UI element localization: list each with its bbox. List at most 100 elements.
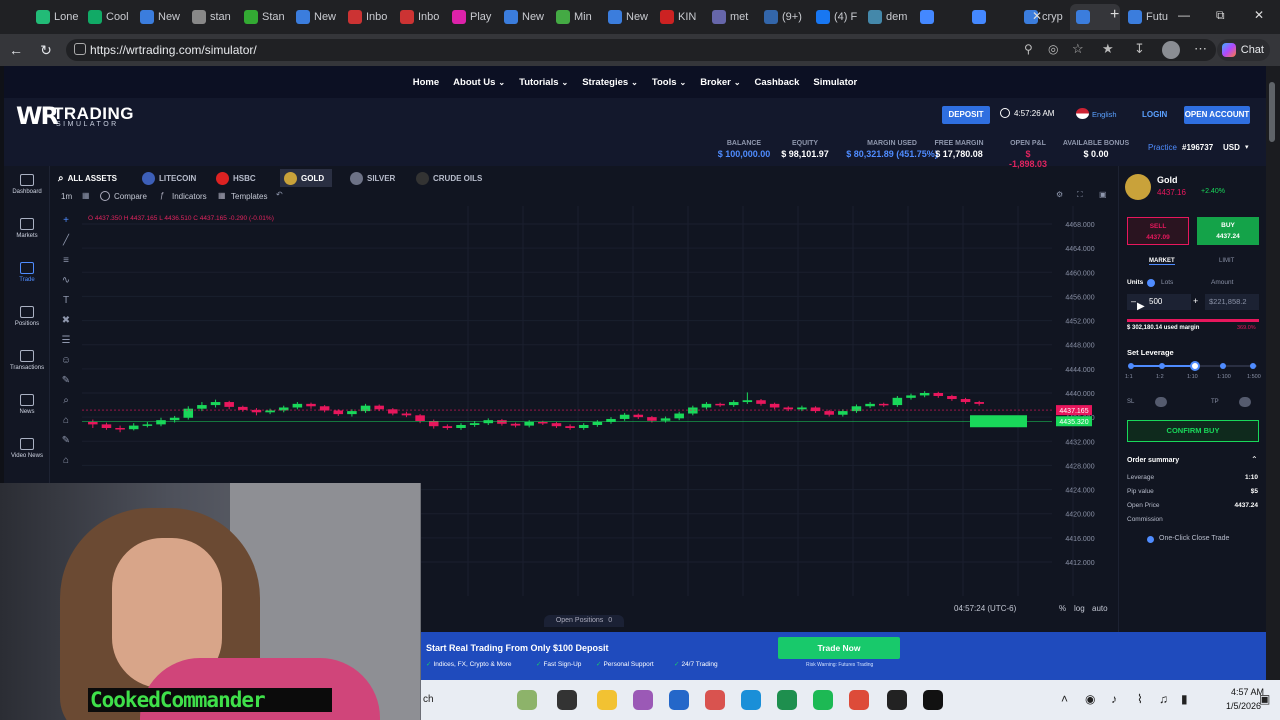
read-aloud-icon[interactable]: ◎ [1048,42,1058,56]
spotify-icon[interactable] [813,690,833,710]
leverage-stop[interactable] [1220,363,1226,369]
chevron-up-icon[interactable]: ˄ [1061,692,1068,706]
percent-toggle[interactable]: % [1059,604,1066,613]
microphone-icon[interactable]: ♪ [1111,692,1117,706]
asset-tab-litecoin[interactable]: LITECOIN [142,170,196,186]
zoom-icon[interactable]: ⚲ [1024,42,1033,56]
browser-tab[interactable]: (4) F [810,4,860,30]
edge-icon[interactable] [741,690,761,710]
chrome-icon[interactable] [849,690,869,710]
text-icon[interactable]: T [60,296,72,306]
auto-toggle[interactable]: auto [1092,604,1108,613]
browser-tab[interactable]: Inbo [394,4,444,30]
brush-icon[interactable]: ∿ [60,276,72,286]
asset-tab-silver[interactable]: SILVER [350,170,395,186]
asset-tab-hsbc[interactable]: HSBC [216,170,256,186]
units-lots-toggle[interactable] [1147,279,1155,287]
close-tab-icon[interactable]: ✕ [1032,9,1042,23]
xbox-icon[interactable] [777,690,797,710]
browser-tab[interactable]: stan [186,4,236,30]
promo-banner[interactable]: Start Real Trading From Only $100 Deposi… [421,632,1266,680]
asset-tab-all-assets[interactable]: ⌕ ALL ASSETS [58,170,117,186]
minimize-icon[interactable]: — [1178,8,1190,22]
sidebar-item-trade[interactable]: Trade [4,262,50,283]
one-click-label[interactable]: One-Click Close Trade [1159,535,1229,542]
nav-item[interactable]: Tutorials ⌄ [519,77,568,88]
account-type[interactable]: Practice [1148,143,1177,152]
login-link[interactable]: LOGIN [1142,110,1167,119]
taskbar-search-stub[interactable]: ch [423,694,434,705]
nav-item[interactable]: About Us ⌄ [453,77,505,88]
nav-item[interactable]: Simulator [813,77,857,88]
obs-icon[interactable] [887,690,907,710]
deposit-button[interactable]: DEPOSIT [942,106,990,124]
scrollbar-thumb[interactable] [1269,82,1275,142]
leverage-stop[interactable] [1250,363,1256,369]
site-info-icon[interactable] [74,43,86,55]
tp-toggle[interactable] [1239,397,1251,407]
paint-icon[interactable] [633,690,653,710]
tab-market[interactable]: MARKET [1149,258,1175,265]
leverage-option[interactable]: 1:10 [1187,374,1198,380]
browser-tab[interactable]: met [706,4,756,30]
page-scrollbar[interactable] [1266,66,1280,680]
log-toggle[interactable]: log [1074,604,1085,613]
leverage-stop[interactable] [1159,363,1165,369]
undo-icon[interactable]: ↶ [276,190,283,199]
amount-input[interactable]: $221,858.2 [1209,297,1247,306]
chevron-up-icon[interactable]: ⌃ [1251,455,1258,464]
sidebar-item-video-news[interactable]: Video News [4,438,50,459]
frog-icon[interactable] [517,690,537,710]
sidebar-item-markets[interactable]: Markets [4,218,50,239]
templates-icon[interactable]: ▦ [218,191,226,200]
lock-icon[interactable]: ⌂ [60,456,72,466]
language-select[interactable]: English [1092,110,1117,119]
record-icon[interactable]: ◉ [1085,692,1095,706]
notification-icon[interactable]: ▣ [1259,692,1270,706]
maximize-icon[interactable]: ⧉ [1216,8,1225,23]
horizontal-lines-icon[interactable]: ≡ [60,256,72,266]
browser-tab[interactable]: Play [446,4,496,30]
browser-tab[interactable]: New [290,4,340,30]
sidebar-item-positions[interactable]: Positions [4,306,50,327]
one-click-radio[interactable] [1147,536,1154,543]
templates-button[interactable]: Templates [231,192,267,201]
crosshair-icon[interactable]: + [60,216,72,226]
browser-tab[interactable]: Inbo [342,4,392,30]
browser-tab[interactable]: Lone [30,4,80,30]
interval-select[interactable]: 1m [61,192,72,201]
plus-icon[interactable]: + [1193,296,1198,306]
browser-tab[interactable]: New [602,4,652,30]
browser-tab[interactable]: cryp [1018,4,1068,30]
emoji-icon[interactable]: ☺ [60,356,72,366]
sl-toggle[interactable] [1155,397,1167,407]
tab-limit[interactable]: LIMIT [1219,258,1234,264]
favorites-icon[interactable]: ★ [1102,41,1114,57]
sidebar-item-dashboard[interactable]: Dashboard [4,174,50,195]
fullscreen-icon[interactable]: ⛶ [1077,190,1083,200]
browser-tab[interactable]: Min [550,4,600,30]
nav-item[interactable]: Home [413,77,439,88]
downloads-icon[interactable]: ↧ [1134,41,1145,57]
sell-button[interactable]: SELL 4437.09 [1127,217,1189,245]
reload-icon[interactable]: ↻ [36,40,56,60]
browser-tab[interactable]: New [498,4,548,30]
open-account-button[interactable]: OPEN ACCOUNT [1184,106,1250,124]
browser-tab[interactable] [914,4,964,30]
back-icon[interactable]: ← [6,40,26,60]
leverage-option[interactable]: 1:2 [1156,374,1164,380]
open-positions-toggle[interactable]: Open Positions 0 [544,615,624,627]
pattern-icon[interactable]: ✖ [60,316,72,326]
browser-tab[interactable]: Stan [238,4,288,30]
new-tab-icon[interactable]: + [1110,6,1119,24]
browser-tab[interactable]: Cool [82,4,132,30]
task-view-icon[interactable] [557,690,577,710]
units-input[interactable]: 500 [1149,297,1162,306]
zoom-in-icon[interactable]: ⌕ [60,396,72,406]
leverage-stop[interactable] [1190,361,1200,371]
browser-tab[interactable]: (9+) [758,4,808,30]
close-window-icon[interactable]: ✕ [1254,8,1264,22]
copilot-chat-button[interactable]: Chat [1216,39,1270,61]
browser-tab[interactable] [966,4,1016,30]
wifi-icon[interactable]: ⌇ [1137,692,1143,706]
